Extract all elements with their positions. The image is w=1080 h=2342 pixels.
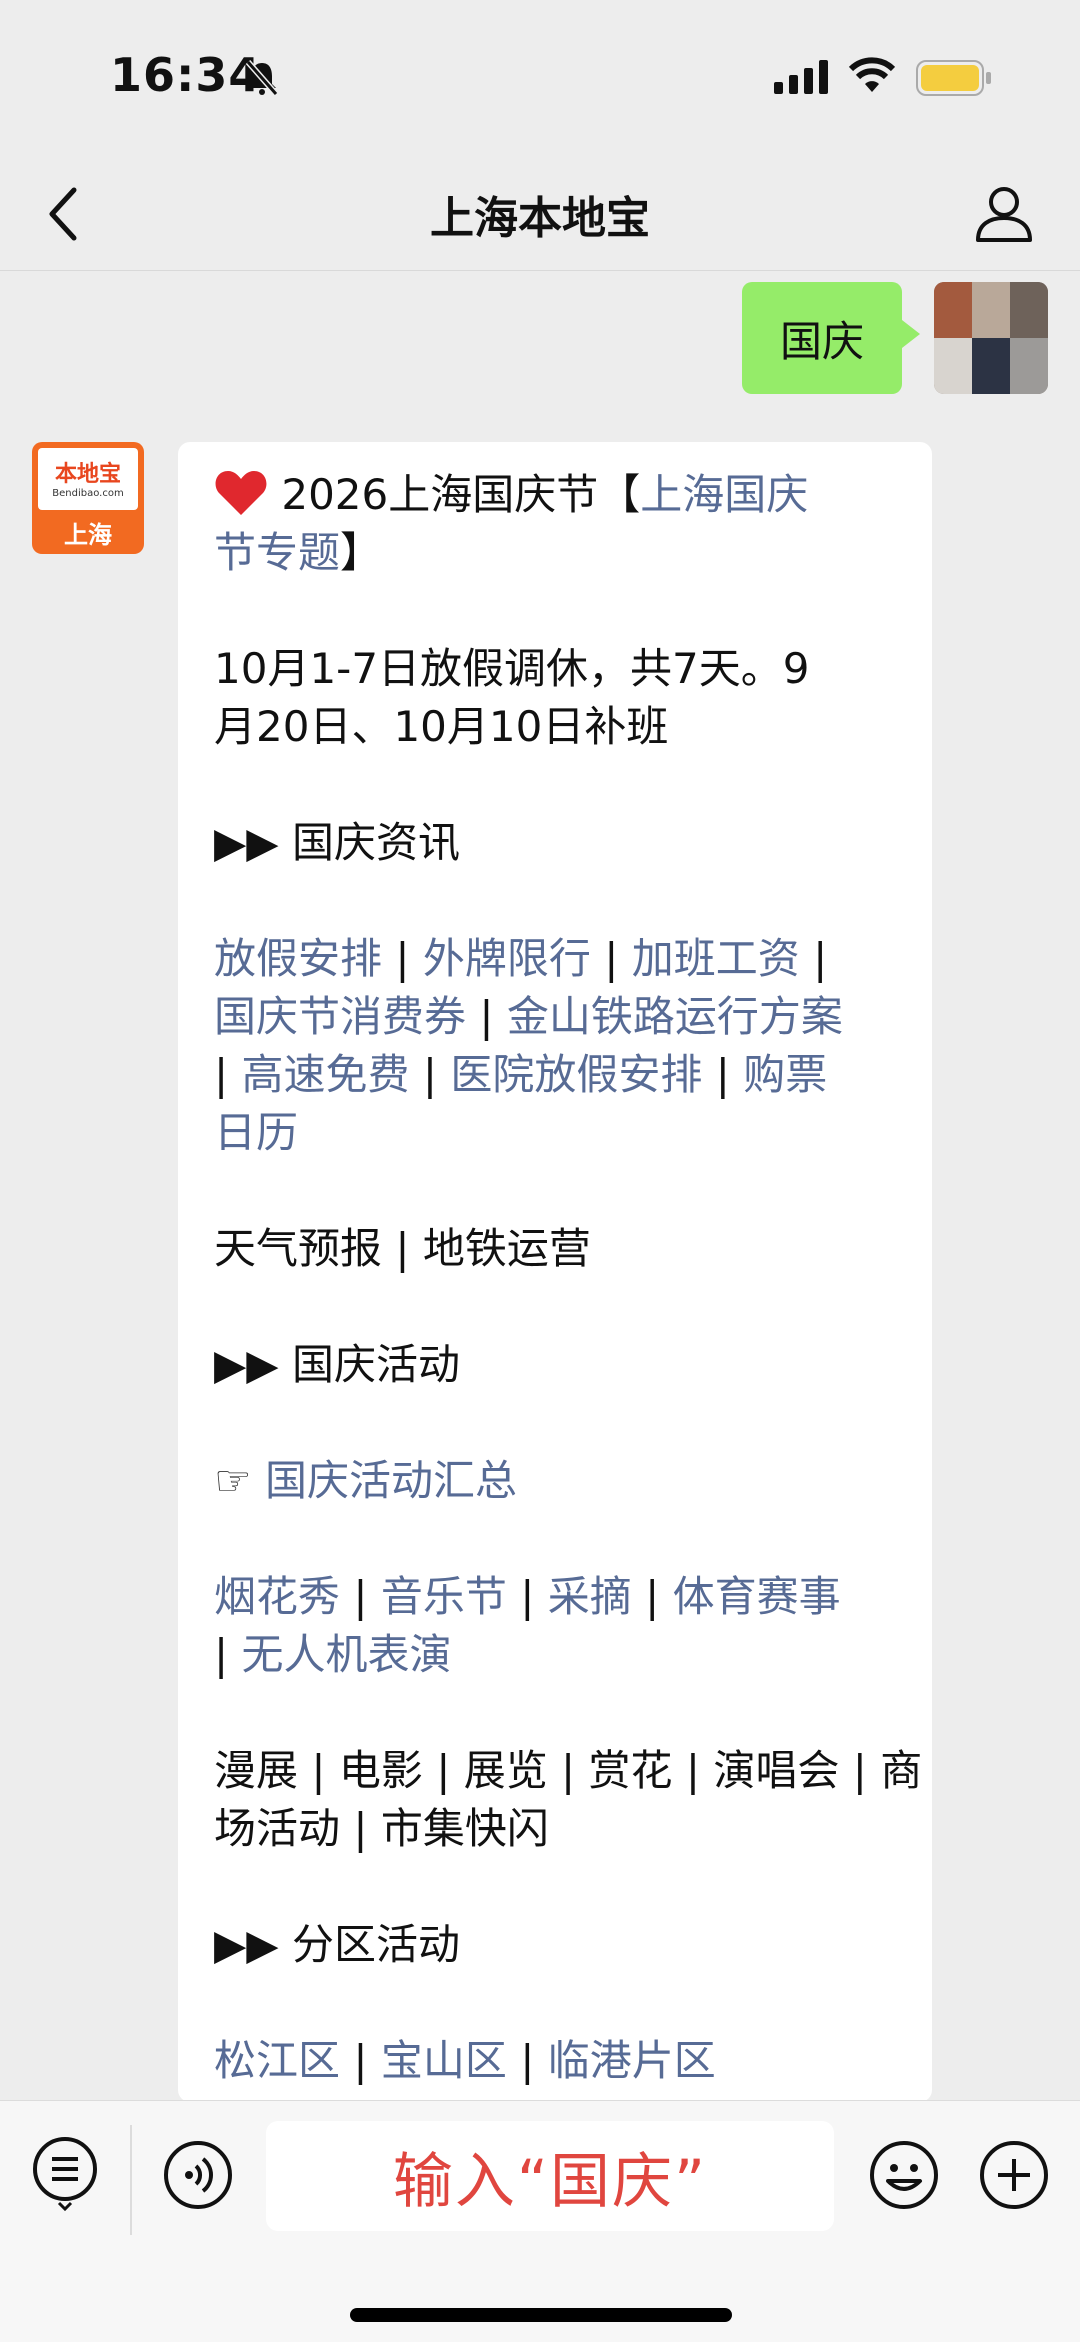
- status-bar: 16:34: [0, 0, 1080, 160]
- avatar-city: 上海: [64, 521, 112, 549]
- activity-links-line-1: 烟花秀 | 音乐节 | 采摘 | 体育赛事: [214, 1572, 841, 1621]
- title-suffix: 】: [340, 528, 383, 577]
- voice-icon[interactable]: [162, 2139, 234, 2211]
- emoji-icon[interactable]: [868, 2139, 940, 2211]
- incoming-message-card: 2026上海国庆节【上海国庆 节专题】 10月1-7日放假调休，共7天。9 月2…: [178, 442, 932, 2102]
- link-vouchers[interactable]: 国庆节消费券: [214, 992, 466, 1041]
- link-free-highway[interactable]: 高速免费: [242, 1050, 410, 1099]
- heart-icon: [215, 471, 267, 515]
- topic-link[interactable]: 上海国庆: [640, 470, 808, 519]
- home-indicator[interactable]: [350, 2308, 732, 2322]
- nav-bar: 上海本地宝: [0, 160, 1080, 271]
- title-prefix: 2026上海国庆节【: [281, 470, 641, 519]
- section-header-districts: ▶▶ 分区活动: [214, 1916, 894, 1974]
- link-overtime-pay[interactable]: 加班工资: [632, 934, 800, 983]
- section-title-districts: 分区活动: [291, 1920, 460, 1969]
- link-picking[interactable]: 采摘: [548, 1572, 632, 1621]
- card-title-line-2: 节专题】: [214, 524, 894, 582]
- link-activity-summary[interactable]: 国庆活动汇总: [265, 1456, 517, 1505]
- avatar-image-icon: [934, 282, 1048, 394]
- holiday-text-2: 月20日、10月10日补班: [214, 702, 669, 751]
- link-lingang[interactable]: 临港片区: [548, 2036, 716, 2085]
- outgoing-message-bubble[interactable]: 国庆: [742, 282, 920, 394]
- divider: [130, 2125, 132, 2235]
- play-arrows-icon: ▶▶: [214, 1920, 292, 1969]
- avatar-logo-sub: Bendibao.com: [52, 488, 124, 499]
- link-jinshan-railway[interactable]: 金山铁路运行方案: [507, 992, 843, 1041]
- clock: 16:34: [110, 48, 262, 102]
- card-title-line: 2026上海国庆节【上海国庆: [214, 466, 894, 524]
- message-input[interactable]: 输入“国庆”: [266, 2121, 834, 2231]
- info-links-line-3: | 高速免费 | 医院放假安排 | 购票: [214, 1050, 828, 1099]
- link-songjiang[interactable]: 松江区: [214, 2036, 340, 2085]
- link-music-festival[interactable]: 音乐节: [381, 1572, 507, 1621]
- topic-link-cont[interactable]: 节专题: [214, 528, 340, 577]
- play-arrows-icon: ▶▶: [214, 818, 292, 867]
- battery-icon: [916, 60, 991, 96]
- activity-links-line-2: | 无人机表演: [214, 1630, 452, 1679]
- link-drone-show[interactable]: 无人机表演: [242, 1630, 452, 1679]
- weather-metro-text: 天气预报 | 地铁运营: [214, 1224, 591, 1273]
- plain-activities-1: 漫展 | 电影 | 展览 | 赏花 | 演唱会 | 商: [214, 1746, 923, 1795]
- pointing-hand-icon: ☞: [214, 1456, 266, 1505]
- link-hospital-schedule[interactable]: 医院放假安排: [450, 1050, 702, 1099]
- link-holiday-schedule[interactable]: 放假安排: [214, 934, 382, 983]
- info-links-line-1: 放假安排 | 外牌限行 | 加班工资 |: [214, 934, 828, 983]
- info-links-line-4: 日历: [214, 1104, 894, 1162]
- section-header-activities: ▶▶ 国庆活动: [214, 1336, 894, 1394]
- plain-activities-2: 场活动 | 市集快闪: [214, 1804, 549, 1853]
- plus-icon[interactable]: [978, 2139, 1050, 2211]
- info-links-line-2: 国庆节消费券 | 金山铁路运行方案: [214, 992, 843, 1041]
- play-arrows-icon: ▶▶: [214, 1340, 292, 1389]
- page-title: 上海本地宝: [430, 193, 650, 244]
- bell-muted-icon: [245, 60, 279, 96]
- district-links-line: 松江区 | 宝山区 | 临港片区: [214, 2036, 716, 2085]
- wifi-icon: [848, 57, 896, 92]
- my-avatar[interactable]: [934, 282, 1048, 394]
- profile-icon[interactable]: [972, 182, 1036, 246]
- link-baoshan[interactable]: 宝山区: [381, 2036, 507, 2085]
- signal-icon: [774, 60, 828, 94]
- section-title-activities: 国庆活动: [291, 1340, 460, 1389]
- link-ticket-calendar-cont[interactable]: 日历: [214, 1108, 298, 1157]
- section-header-news: ▶▶ 国庆资讯: [214, 814, 894, 872]
- holiday-text-1: 10月1-7日放假调休，共7天。9: [214, 644, 810, 693]
- link-fireworks[interactable]: 烟花秀: [214, 1572, 340, 1621]
- input-bar: 输入“国庆”: [0, 2100, 1080, 2342]
- section-title-news: 国庆资讯: [291, 818, 460, 867]
- link-ticket-calendar[interactable]: 购票: [743, 1050, 827, 1099]
- official-account-avatar[interactable]: 本地宝 Bendibao.com 上海: [32, 442, 144, 554]
- avatar-logo-text: 本地宝: [54, 462, 121, 487]
- menu-list-icon[interactable]: [30, 2133, 100, 2213]
- link-sports[interactable]: 体育赛事: [673, 1572, 841, 1621]
- link-plate-restriction[interactable]: 外牌限行: [423, 934, 591, 983]
- summary-line: ☞ 国庆活动汇总: [214, 1452, 894, 1510]
